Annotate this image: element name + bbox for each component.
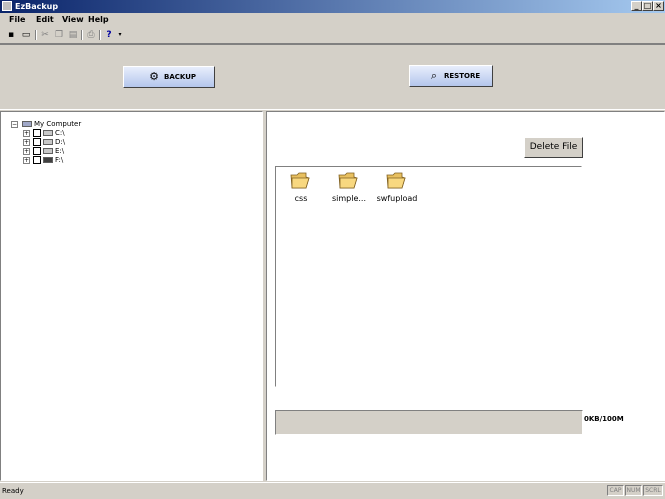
drive-checkbox[interactable]	[33, 129, 41, 137]
folder-icon	[338, 172, 358, 189]
close-button[interactable]: ×	[653, 1, 664, 11]
backup-button[interactable]: ⚙ BACKUP	[123, 66, 215, 88]
expand-icon[interactable]: +	[23, 148, 30, 155]
toolbar: ▪ ▭ ✂ ❐ ▤ ⎙ ? ▾	[0, 27, 665, 44]
restore-icon: ⌕	[430, 69, 438, 82]
cut-icon[interactable]: ✂	[40, 30, 50, 40]
computer-icon	[22, 121, 32, 127]
file-label: swfupload	[376, 194, 418, 203]
drive-checkbox[interactable]	[33, 138, 41, 146]
title-bar: EzBackup _ □ ×	[0, 0, 665, 13]
file-item[interactable]: simple...	[324, 167, 374, 207]
drive-label: D:\	[55, 138, 66, 146]
maximize-button[interactable]: □	[642, 1, 653, 11]
restore-label: RESTORE	[444, 72, 481, 80]
toolbar-separator	[81, 30, 83, 40]
expand-icon[interactable]: +	[23, 139, 30, 146]
caps-indicator: CAP	[607, 485, 624, 496]
menu-help[interactable]: Help	[88, 15, 109, 25]
file-item[interactable]: swfupload	[372, 167, 422, 207]
print-icon[interactable]: ⎙	[86, 30, 96, 40]
toolbar-separator	[35, 30, 37, 40]
window-title: EzBackup	[15, 2, 59, 11]
minimize-button[interactable]: _	[631, 1, 642, 11]
drive-label: C:\	[55, 129, 65, 137]
file-item[interactable]: css	[276, 167, 326, 207]
file-label: css	[294, 194, 308, 203]
file-label: simple...	[331, 194, 367, 203]
collapse-icon[interactable]: −	[11, 121, 18, 128]
num-indicator: NUM	[625, 485, 642, 496]
drive-checkbox[interactable]	[33, 156, 41, 164]
status-text: Ready	[2, 487, 24, 495]
floppy-icon	[43, 157, 53, 163]
tree-root-label: My Computer	[34, 120, 82, 128]
progress-text: 0KB/100M	[584, 415, 624, 423]
status-bar: Ready CAP NUM SCRL	[0, 482, 665, 499]
open-icon[interactable]: ▭	[21, 30, 31, 40]
file-list[interactable]: css simple... swfupload	[275, 166, 582, 387]
folder-icon	[290, 172, 310, 189]
drive-checkbox[interactable]	[33, 147, 41, 155]
expand-icon[interactable]: +	[23, 130, 30, 137]
menu-edit[interactable]: Edit	[36, 15, 54, 25]
menu-bar: File Edit View Help	[0, 13, 665, 27]
delete-file-button[interactable]: Delete File	[524, 137, 583, 158]
drive-label: E:\	[55, 147, 65, 155]
progress-bar	[275, 410, 583, 435]
drive-label: F:\	[55, 156, 64, 164]
drive-icon	[43, 148, 53, 154]
chevron-down-icon[interactable]: ▾	[115, 30, 125, 40]
scroll-indicator: SCRL	[643, 485, 663, 496]
menu-file[interactable]: File	[9, 15, 25, 25]
help-icon[interactable]: ?	[104, 30, 114, 40]
app-icon	[2, 1, 12, 11]
expand-icon[interactable]: +	[23, 157, 30, 164]
drive-icon	[43, 130, 53, 136]
paste-icon[interactable]: ▤	[68, 30, 78, 40]
action-panel: ⚙ BACKUP ⌕ RESTORE	[0, 44, 665, 110]
menu-view[interactable]: View	[62, 15, 84, 25]
drive-icon	[43, 139, 53, 145]
restore-button[interactable]: ⌕ RESTORE	[409, 65, 493, 87]
backup-label: BACKUP	[164, 73, 197, 81]
folder-tree[interactable]: − My Computer + C:\ + D:\ + E:\ + F:\	[0, 111, 263, 481]
save-icon[interactable]: ▪	[6, 30, 16, 40]
folder-icon	[386, 172, 406, 189]
backup-icon: ⚙	[149, 70, 159, 83]
copy-icon[interactable]: ❐	[54, 30, 64, 40]
toolbar-separator	[99, 30, 101, 40]
